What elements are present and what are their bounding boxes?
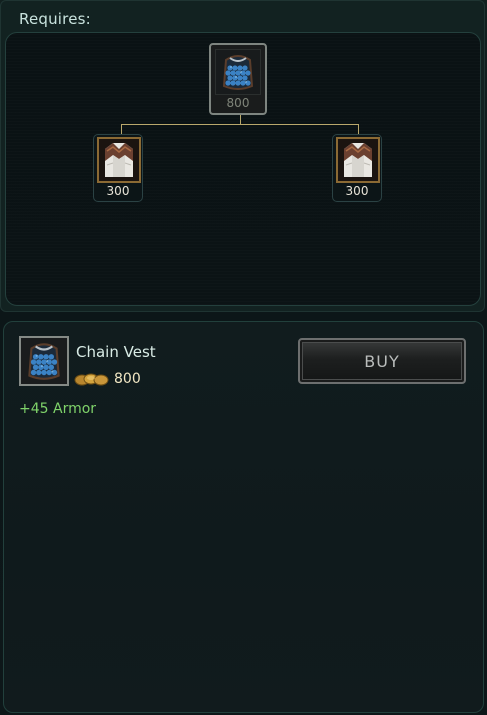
recipe-child-item[interactable]: 300 bbox=[332, 134, 382, 202]
item-shop-panel: Requires: 800 300 300 Chain Vest 800 +45… bbox=[0, 0, 487, 715]
recipe-child-cost: 300 bbox=[345, 184, 369, 198]
item-cost-row: 800 bbox=[74, 370, 141, 388]
chain-vest-icon bbox=[215, 49, 261, 95]
tree-connector-left bbox=[121, 124, 122, 134]
tree-connector-right bbox=[358, 124, 359, 134]
chain-vest-icon bbox=[19, 336, 69, 386]
requires-title: Requires: bbox=[19, 10, 91, 28]
tree-connector-horizontal bbox=[121, 124, 359, 125]
recipe-parent-cost: 800 bbox=[226, 96, 250, 110]
gold-coins-icon bbox=[74, 373, 109, 386]
buy-button[interactable]: BUY bbox=[298, 338, 466, 384]
cloth-armor-icon bbox=[97, 137, 141, 183]
recipe-parent-item[interactable]: 800 bbox=[209, 43, 267, 115]
item-name: Chain Vest bbox=[76, 343, 156, 361]
item-cost: 800 bbox=[114, 371, 141, 387]
item-stat: +45 Armor bbox=[19, 401, 97, 417]
recipe-child-cost: 300 bbox=[106, 184, 130, 198]
recipe-child-item[interactable]: 300 bbox=[93, 134, 143, 202]
cloth-armor-icon bbox=[336, 137, 380, 183]
